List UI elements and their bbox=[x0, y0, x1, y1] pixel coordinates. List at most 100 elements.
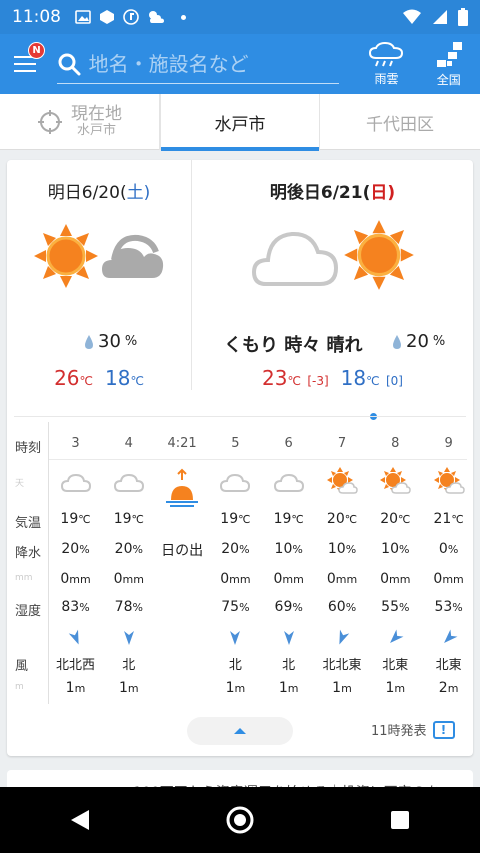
hour-precip-chance: 10% bbox=[381, 541, 410, 557]
hour-precip-amount: 0mm bbox=[113, 571, 144, 587]
hour-time: 8 bbox=[391, 436, 400, 451]
menu-button[interactable]: N bbox=[0, 34, 51, 94]
hour-precip-chance: 20% bbox=[61, 541, 90, 557]
hour-column: 3 19℃ 20% 0mm 83% 北北西 1m bbox=[49, 422, 102, 704]
wind-arrow-icon bbox=[209, 630, 262, 650]
forecast-card: 明日6/20(土) 30% 26℃ 18℃ 明後日6/21(日) くもり 時々 … bbox=[7, 160, 473, 756]
hour-wind-speed: 1m bbox=[385, 680, 406, 696]
recents-button[interactable] bbox=[370, 790, 430, 850]
raindrop-icon bbox=[85, 334, 93, 349]
hour-column: 6 19℃ 10% 0mm 69% 北 1m bbox=[262, 422, 315, 704]
back-button[interactable] bbox=[50, 790, 110, 850]
hour-humidity: 55% bbox=[381, 599, 410, 615]
day-after-temperatures: 23℃ [-3] 18℃ [0] bbox=[192, 366, 473, 390]
tab-current-sub: 水戸市 bbox=[76, 123, 116, 139]
hour-precip-chance: 10% bbox=[274, 541, 303, 557]
hour-precip-amount: 0mm bbox=[326, 571, 358, 587]
image-icon bbox=[75, 10, 91, 24]
rain-cloud-icon bbox=[369, 41, 404, 66]
recents-icon bbox=[391, 811, 409, 829]
back-icon bbox=[71, 810, 89, 830]
sun-cloud-icon bbox=[422, 467, 475, 499]
music-icon bbox=[123, 9, 139, 25]
wind-arrow-icon bbox=[369, 629, 422, 650]
sun-cloud-icon bbox=[433, 467, 465, 494]
day-after-description: くもり 時々 晴れ bbox=[224, 335, 363, 356]
search-input[interactable] bbox=[80, 51, 340, 76]
hour-time: 4:21 bbox=[167, 436, 197, 451]
tab-mito[interactable]: 水戸市 bbox=[160, 94, 320, 151]
cloud-icon bbox=[113, 473, 144, 492]
wind-arrow-icon bbox=[390, 629, 404, 643]
tomorrow-high: 26℃ bbox=[54, 366, 93, 390]
tab-chiyoda[interactable]: 千代田区 bbox=[320, 94, 480, 150]
wind-arrow-icon bbox=[68, 629, 79, 645]
app-bar: N 雨雲 全国 bbox=[0, 34, 480, 94]
wind-arrow-icon bbox=[443, 629, 458, 643]
cloud-icon bbox=[209, 472, 262, 498]
sun-cloud-icon bbox=[380, 467, 412, 494]
hour-column: 4 19℃ 20% 0mm 78% 北 1m bbox=[102, 422, 155, 704]
hour-wind-direction: 北 bbox=[122, 658, 136, 673]
wind-arrow-icon bbox=[316, 629, 369, 650]
rain-cloud-label: 雨雲 bbox=[374, 71, 399, 86]
label-precip: 降水 bbox=[15, 546, 42, 561]
signal-icon bbox=[433, 10, 447, 24]
hour-wind-speed: 1m bbox=[278, 680, 299, 696]
label-wind: 風 bbox=[15, 659, 29, 674]
hour-wind-speed: 1m bbox=[118, 680, 139, 696]
announcement-time[interactable]: 11時発表 ! bbox=[371, 720, 455, 739]
day-after-precip-chance: 20% bbox=[392, 331, 445, 352]
tomorrow-temperatures: 26℃ 18℃ bbox=[7, 366, 191, 390]
hour-time: 3 bbox=[71, 436, 80, 451]
hour-wind-direction: 北北西 bbox=[55, 658, 95, 673]
search-bar[interactable] bbox=[56, 44, 340, 84]
hour-temp: 21℃ bbox=[433, 511, 464, 527]
status-icons bbox=[75, 9, 186, 25]
location-tabs: 現在地 水戸市 水戸市 千代田区 bbox=[0, 94, 480, 151]
expand-button[interactable] bbox=[187, 717, 293, 745]
wind-arrow-icon bbox=[123, 631, 134, 645]
hour-wind-direction: 北 bbox=[282, 658, 296, 673]
wind-arrow-icon bbox=[422, 629, 475, 650]
day-after-date: 明後日6/21(日) bbox=[269, 183, 396, 203]
sun-cloud-icon bbox=[316, 467, 369, 499]
raindrop-icon bbox=[393, 334, 401, 349]
cloud-icon bbox=[102, 234, 164, 278]
label-weather: 天 bbox=[15, 479, 25, 489]
label-wind-speed: m bbox=[15, 682, 24, 692]
cloud-icon bbox=[102, 472, 155, 498]
search-icon bbox=[58, 53, 81, 75]
battery-icon bbox=[458, 8, 468, 26]
hour-temp: 19℃ bbox=[273, 511, 304, 527]
hour-precip-chance: 20% bbox=[221, 541, 250, 557]
hour-wind-speed: 2m bbox=[438, 680, 459, 696]
tab-current-location[interactable]: 現在地 水戸市 bbox=[0, 94, 160, 150]
label-amount: mm bbox=[15, 573, 33, 583]
hour-column: 4:21 日の出 bbox=[156, 422, 209, 704]
caret-up-icon bbox=[234, 728, 246, 734]
hour-wind-direction: 北東 bbox=[382, 658, 409, 673]
rain-cloud-button[interactable]: 雨雲 bbox=[355, 34, 417, 94]
hour-time: 5 bbox=[231, 436, 240, 451]
status-bar: 11:08 bbox=[0, 0, 480, 34]
hour-temp: 19℃ bbox=[113, 511, 144, 527]
hour-precip-amount: 0mm bbox=[433, 571, 464, 587]
label-temp: 気温 bbox=[15, 516, 42, 531]
system-nav-bar bbox=[0, 787, 480, 853]
tomorrow-low: 18℃ bbox=[105, 366, 144, 390]
info-icon: ! bbox=[432, 720, 455, 739]
day-after-forecast: 明後日6/21(日) くもり 時々 晴れ 20% 23℃ [-3] 18℃ [0… bbox=[192, 160, 473, 390]
wind-arrow-icon bbox=[102, 630, 155, 650]
day-after-high: 23℃ [-3] bbox=[262, 366, 329, 390]
crosshair-icon bbox=[38, 110, 62, 134]
hour-temp: 19℃ bbox=[220, 511, 251, 527]
wind-arrow-icon bbox=[283, 631, 294, 645]
hour-precip-amount: 0mm bbox=[220, 571, 251, 587]
nationwide-button[interactable]: 全国 bbox=[418, 34, 480, 94]
label-humidity: 湿度 bbox=[15, 604, 42, 619]
home-button[interactable] bbox=[210, 790, 270, 850]
tomorrow-date: 明日6/20(土) bbox=[47, 183, 151, 203]
hour-wind-direction: 北東 bbox=[435, 658, 462, 673]
label-time: 時刻 bbox=[15, 441, 42, 456]
